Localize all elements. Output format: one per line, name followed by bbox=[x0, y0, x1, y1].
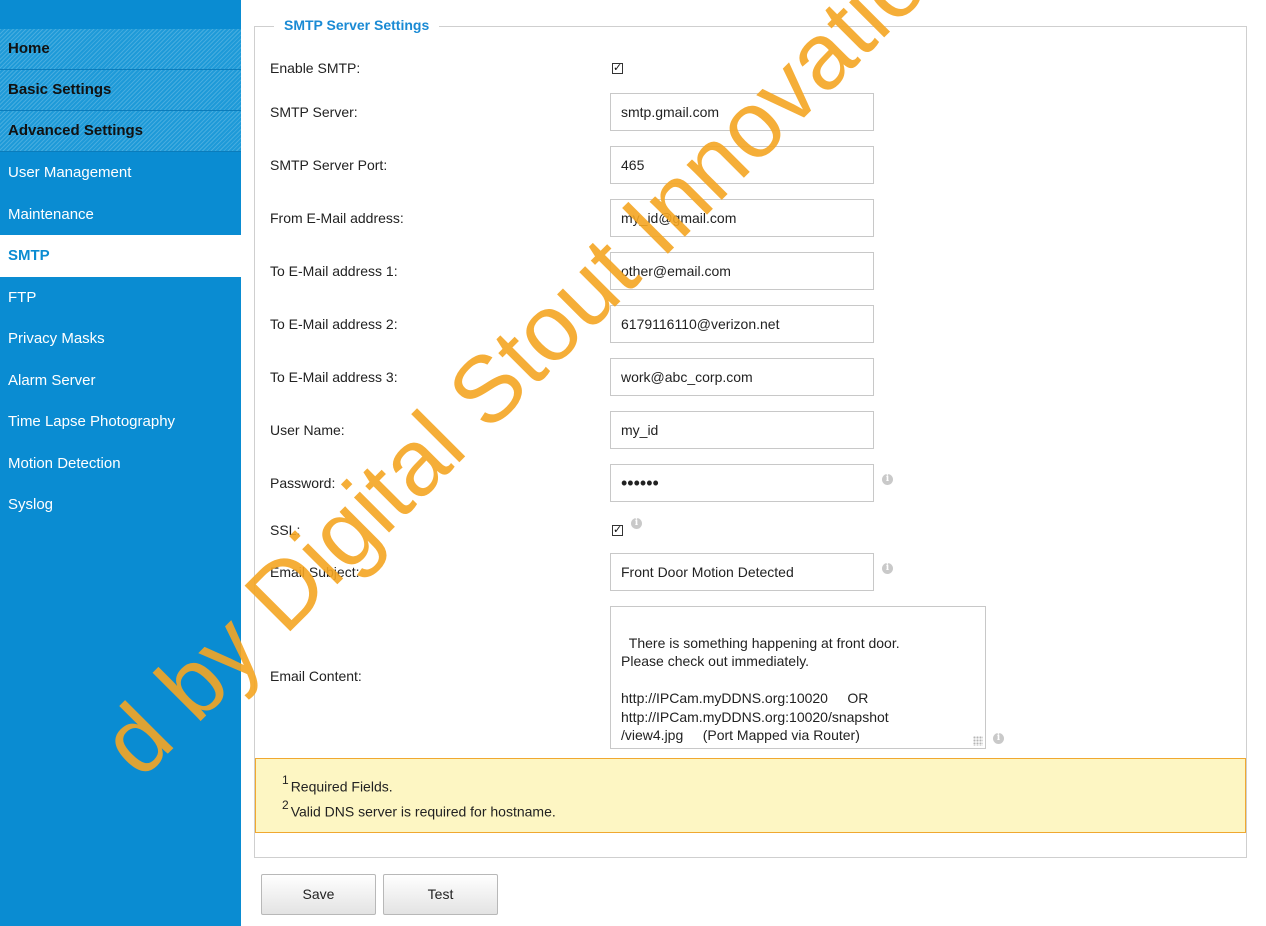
smtp-port-label: SMTP Server Port: bbox=[270, 157, 388, 173]
email-subject-label: Email Subject: bbox=[270, 564, 360, 580]
sidebar-item-ftp[interactable]: FTP bbox=[0, 277, 241, 319]
user-name-label: User Name: bbox=[270, 422, 345, 438]
check-mark-icon: ✓ bbox=[613, 62, 623, 74]
sidebar-item-syslog[interactable]: Syslog bbox=[0, 484, 241, 526]
test-button[interactable]: Test bbox=[383, 874, 498, 915]
sidebar-item-smtp[interactable]: SMTP bbox=[0, 235, 241, 277]
password-label: Password: bbox=[270, 475, 336, 491]
to-email-2-input[interactable] bbox=[610, 305, 874, 343]
note-number: 2 bbox=[282, 798, 289, 812]
sidebar-item-alarm-server[interactable]: Alarm Server bbox=[0, 360, 241, 402]
to-email-2-label: To E-Mail address 2: bbox=[270, 316, 398, 332]
to-email-3-label: To E-Mail address 3: bbox=[270, 369, 398, 385]
email-content-text: There is something happening at front do… bbox=[621, 634, 900, 744]
smtp-server-input[interactable] bbox=[610, 93, 874, 131]
check-mark-icon: ✓ bbox=[613, 524, 623, 536]
email-content-label: Email Content: bbox=[270, 668, 362, 684]
password-info-icon[interactable]: i bbox=[882, 474, 893, 485]
note-number: 1 bbox=[282, 773, 289, 787]
note-required-fields: 1 Required Fields. bbox=[282, 773, 393, 795]
note-dns-server: 2 Valid DNS server is required for hostna… bbox=[282, 798, 556, 820]
email-subject-input[interactable] bbox=[610, 553, 874, 591]
user-name-input[interactable] bbox=[610, 411, 874, 449]
sidebar-item-privacy-masks[interactable]: Privacy Masks bbox=[0, 318, 241, 360]
resize-grip-icon[interactable] bbox=[973, 736, 983, 746]
to-email-1-label: To E-Mail address 1: bbox=[270, 263, 398, 279]
smtp-port-input[interactable] bbox=[610, 146, 874, 184]
note-text: Valid DNS server is required for hostnam… bbox=[290, 803, 556, 820]
note-text: Required Fields. bbox=[290, 778, 393, 795]
nav-section-basic-settings[interactable]: Basic Settings bbox=[0, 70, 241, 111]
ssl-checkbox[interactable]: ✓ bbox=[612, 525, 623, 536]
nav-section-advanced-settings[interactable]: Advanced Settings bbox=[0, 111, 241, 152]
sidebar-item-user-management[interactable]: User Management bbox=[0, 152, 241, 194]
save-button[interactable]: Save bbox=[261, 874, 376, 915]
from-email-input[interactable] bbox=[610, 199, 874, 237]
email-subject-info-icon[interactable]: i bbox=[882, 563, 893, 574]
enable-smtp-label: Enable SMTP: bbox=[270, 60, 361, 76]
to-email-1-input[interactable] bbox=[610, 252, 874, 290]
email-content-info-icon[interactable]: i bbox=[993, 733, 1004, 744]
ssl-label: SSL: bbox=[270, 522, 301, 538]
enable-smtp-checkbox[interactable]: ✓ bbox=[612, 63, 623, 74]
to-email-3-input[interactable] bbox=[610, 358, 874, 396]
sidebar-item-motion-detection[interactable]: Motion Detection bbox=[0, 443, 241, 485]
password-input[interactable] bbox=[610, 464, 874, 502]
from-email-label: From E-Mail address: bbox=[270, 210, 404, 226]
sidebar: Home Basic Settings Advanced Settings Us… bbox=[0, 0, 241, 926]
sidebar-item-maintenance[interactable]: Maintenance bbox=[0, 194, 241, 236]
ssl-info-icon[interactable]: i bbox=[631, 518, 642, 529]
sidebar-item-time-lapse-photography[interactable]: Time Lapse Photography bbox=[0, 401, 241, 443]
smtp-server-label: SMTP Server: bbox=[270, 104, 358, 120]
nav-section-home[interactable]: Home bbox=[0, 29, 241, 70]
notes-box: 1 Required Fields. 2 Valid DNS server is r… bbox=[255, 758, 1246, 833]
fieldset-legend: SMTP Server Settings bbox=[274, 17, 440, 33]
email-content-textarea[interactable]: There is something happening at front do… bbox=[610, 606, 986, 749]
